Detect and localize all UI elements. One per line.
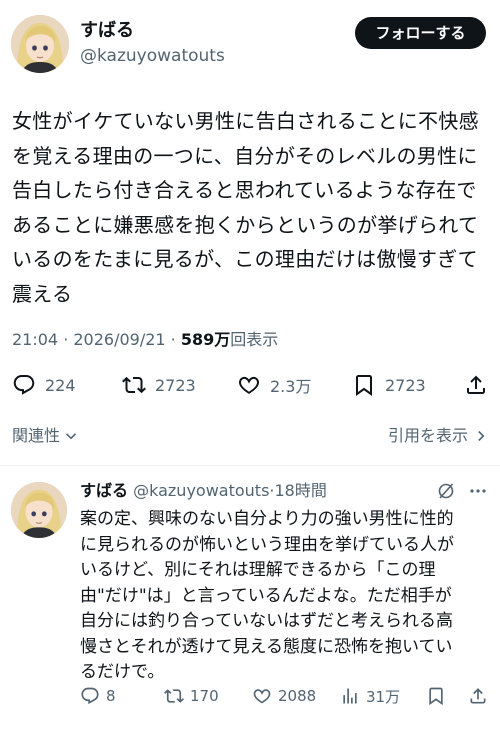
bookmark-count: 2723	[385, 375, 426, 395]
reply-header: すばる @kazuyowatouts·18時間	[80, 480, 327, 502]
sort-relevance-toggle[interactable]: 関連性	[12, 424, 78, 448]
analytics-icon	[343, 688, 357, 704]
reply-bookmark-button[interactable]	[426, 682, 446, 710]
tweet-action-bar: 224 2723 2.3万 2723	[0, 368, 500, 402]
reply-share-button[interactable]	[468, 682, 488, 710]
grok-icon[interactable]	[436, 481, 456, 501]
retweet-button[interactable]: 2723	[122, 368, 196, 402]
reply-like-count: 2088	[278, 687, 317, 705]
share-button[interactable]	[464, 368, 488, 402]
tweet-date[interactable]: 2026/09/21	[73, 330, 165, 349]
meta-separator: ·	[58, 330, 74, 349]
reply-reply-count: 8	[106, 687, 116, 705]
author-handle[interactable]: @kazuyowatouts	[80, 45, 225, 67]
share-icon	[467, 375, 485, 394]
reply-author-avatar[interactable]	[11, 482, 67, 538]
reply-button[interactable]: 224	[12, 368, 76, 402]
reply-text: 案の定、興味のない自分より力の強い男性に性的 に見られるのが怖いという理由を挙げ…	[80, 509, 454, 682]
main-tweet: すばる @kazuyowatouts フォローする 女性がイケていない男性に告白…	[0, 0, 500, 465]
chevron-right-icon	[478, 430, 485, 442]
bookmark-icon	[356, 375, 372, 396]
like-count: 2.3万	[270, 377, 312, 396]
tweet-time[interactable]: 21:04	[12, 330, 58, 349]
share-icon	[470, 688, 486, 704]
bookmark-button[interactable]: 2723	[352, 368, 426, 402]
views-label: 回表示	[230, 330, 279, 349]
avatar-image	[11, 482, 67, 538]
more-options-icon[interactable]	[468, 481, 488, 501]
reply-views-button[interactable]: 31万	[340, 682, 400, 710]
author-avatar[interactable]	[11, 15, 69, 73]
reply-like-button[interactable]: 2088	[252, 682, 316, 710]
bookmark-icon	[429, 687, 443, 706]
reply-time[interactable]: 18時間	[275, 481, 327, 500]
views-count: 589万	[180, 330, 231, 349]
reply-handle[interactable]: @kazuyowatouts	[133, 481, 269, 500]
tweet-text: 女性がイケていない男性に告白されることに不快感 を覚える理由の一つに、自分がその…	[12, 109, 479, 306]
sort-label: 関連性	[12, 426, 61, 445]
like-button[interactable]: 2.3万	[237, 368, 311, 402]
meta-separator-2: ·	[165, 330, 181, 349]
reply-icon	[81, 687, 99, 705]
chevron-down-icon	[65, 433, 77, 440]
reply-count: 224	[45, 375, 76, 395]
follow-button[interactable]: フォローする	[355, 17, 486, 49]
reply-action-bar: 8 170 2088 31万	[0, 682, 500, 710]
reply-retweet-count: 170	[190, 687, 219, 705]
like-icon	[253, 689, 271, 704]
view-quotes-link[interactable]: 引用を表示	[388, 424, 488, 448]
retweet-icon	[122, 376, 146, 394]
reply-display-name[interactable]: すばる	[80, 481, 128, 500]
like-icon	[239, 376, 259, 394]
retweet-count: 2723	[155, 375, 196, 395]
reply-tweet[interactable]: すばる @kazuyowatouts·18時間 案の定、興味のない自分より力の強…	[0, 466, 500, 733]
reply-views-count: 31万	[366, 687, 401, 706]
reply-icon	[13, 375, 35, 395]
retweet-icon	[164, 689, 184, 703]
quote-label: 引用を表示	[387, 426, 468, 445]
author-display-name[interactable]: すばる	[80, 20, 134, 42]
reply-reply-button[interactable]: 8	[80, 682, 116, 710]
reply-retweet-button[interactable]: 170	[164, 682, 219, 710]
tweet-meta: 21:04 · 2026/09/21 · 589万回表示	[12, 328, 278, 352]
tweet-sub-row: 関連性 引用を表示	[0, 424, 500, 448]
avatar-image	[11, 15, 69, 73]
